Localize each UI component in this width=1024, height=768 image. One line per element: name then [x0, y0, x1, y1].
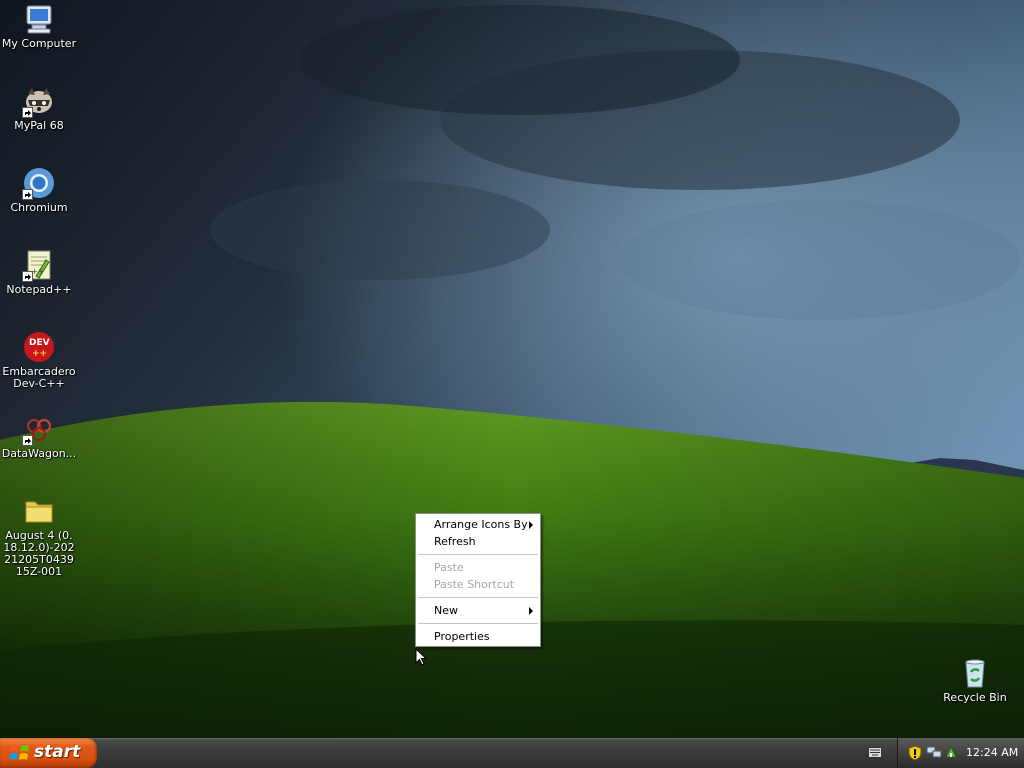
menu-item-label: Arrange Icons By	[434, 518, 528, 531]
safely-remove-icon[interactable]	[944, 745, 958, 762]
desktop-icon-recycle-bin[interactable]: Recycle Bin	[936, 656, 1014, 704]
datawagon-icon	[22, 412, 56, 446]
svg-text:DEV: DEV	[29, 338, 50, 348]
svg-text:++: ++	[32, 349, 47, 359]
taskbar: start 12:24 AM	[0, 738, 1024, 768]
menu-separator	[418, 554, 538, 555]
menu-item-label: Paste Shortcut	[434, 578, 515, 591]
desktop-icon-datawagon[interactable]: DataWagon...	[0, 412, 78, 460]
desktop-icon-my-computer[interactable]: My Computer	[0, 2, 78, 50]
menu-item-paste: Paste	[416, 559, 540, 576]
menu-item-new[interactable]: New	[416, 602, 540, 619]
recycle-bin-icon	[958, 656, 992, 690]
desktop-icon-chromium[interactable]: Chromium	[0, 166, 78, 214]
desktop-icon-label: MyPal 68	[14, 119, 64, 132]
menu-item-label: Properties	[434, 630, 490, 643]
taskbar-clock[interactable]: 12:24 AM	[966, 746, 1018, 759]
menu-separator	[418, 597, 538, 598]
menu-item-properties[interactable]: Properties	[416, 628, 540, 645]
menu-item-paste-shortcut: Paste Shortcut	[416, 576, 540, 593]
mypal-icon	[22, 84, 56, 118]
windows-logo-icon	[9, 744, 30, 765]
network-icon[interactable]	[926, 745, 942, 762]
desktop-icon-label: Embarcadero Dev-C++	[2, 365, 76, 390]
desktop-icon-devcpp[interactable]: DEV ++ Embarcadero Dev-C++	[0, 330, 78, 390]
chromium-icon	[22, 166, 56, 200]
desktop-icon-label: My Computer	[1, 37, 77, 50]
shortcut-arrow-icon	[22, 189, 33, 200]
desktop-icon-label: August 4 (0.18.12.0)-20221205T043915Z-00…	[3, 529, 75, 578]
menu-item-label: Refresh	[434, 535, 476, 548]
desktop-icon-label: Notepad++	[6, 283, 72, 296]
shortcut-arrow-icon	[22, 271, 33, 282]
shortcut-arrow-icon	[22, 107, 33, 118]
shortcut-arrow-icon	[22, 435, 33, 446]
desktop-icon-label: Recycle Bin	[943, 691, 1007, 704]
desktop-icon-mypal[interactable]: MyPal 68	[0, 84, 78, 132]
desktop-icon-label: DataWagon...	[1, 447, 77, 460]
start-label: start	[34, 742, 81, 762]
security-shield-icon[interactable]	[908, 745, 922, 764]
start-button[interactable]: start	[0, 738, 97, 768]
desktop-icon-folder[interactable]: August 4 (0.18.12.0)-20221205T043915Z-00…	[0, 494, 78, 578]
menu-separator	[418, 623, 538, 624]
desktop-icon-label: Chromium	[10, 201, 68, 214]
menu-item-label: New	[434, 604, 458, 617]
notepadpp-icon: ++	[22, 248, 56, 282]
menu-item-refresh[interactable]: Refresh	[416, 533, 540, 550]
menu-item-arrange-icons-by[interactable]: Arrange Icons By	[416, 516, 540, 533]
submenu-arrow-icon	[529, 607, 533, 615]
menu-item-label: Paste	[434, 561, 464, 574]
keyboard-icon[interactable]	[868, 747, 882, 761]
my-computer-icon	[22, 2, 56, 36]
devcpp-icon: DEV ++	[22, 330, 56, 364]
folder-icon	[22, 494, 56, 528]
desktop-context-menu: Arrange Icons By Refresh Paste Paste Sho…	[415, 513, 541, 647]
submenu-arrow-icon	[529, 521, 533, 529]
svg-text:++: ++	[31, 267, 44, 276]
mouse-cursor-icon	[415, 647, 428, 670]
desktop-icon-notepadpp[interactable]: ++ Notepad++	[0, 248, 78, 296]
